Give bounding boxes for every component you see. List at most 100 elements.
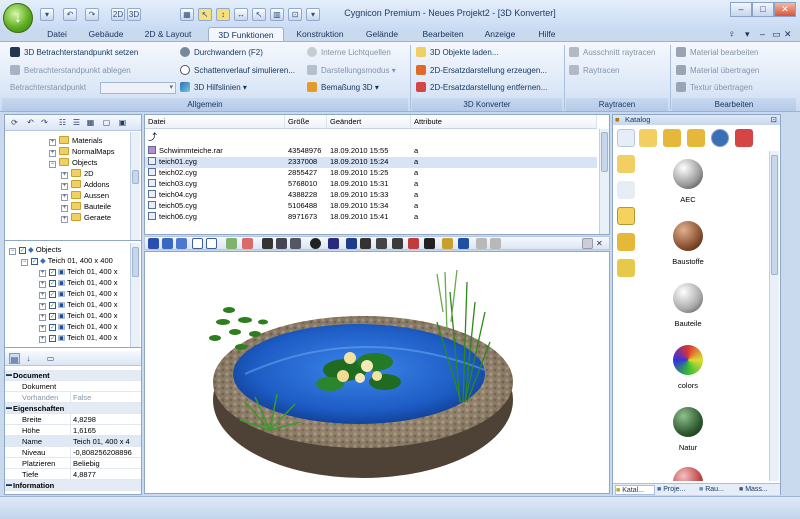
view-front-icon[interactable]	[148, 238, 159, 249]
tab-gelaende[interactable]: Gelände	[362, 27, 402, 42]
tree-folder[interactable]: + Addons	[61, 179, 109, 190]
raytrace-button[interactable]: Raytracen	[569, 64, 619, 78]
tab-2d-layout[interactable]: 2D & Layout	[142, 27, 194, 42]
file-row[interactable]: teich06.cyg 8971673 18.09.2010 15:41 a	[145, 212, 597, 223]
house-alt-icon[interactable]	[490, 238, 501, 249]
shadow-simulation-button[interactable]: Schattenverlauf simulieren...	[180, 64, 295, 78]
folder-tree-scrollbar[interactable]	[130, 132, 140, 240]
view-terrain-icon[interactable]	[226, 238, 237, 249]
network-icon[interactable]	[458, 238, 469, 249]
tree-folder[interactable]: + Bauteile	[61, 201, 111, 212]
tab-bearbeiten[interactable]: Bearbeiten	[419, 27, 467, 42]
splitter[interactable]	[5, 347, 141, 348]
dimension-3d-button[interactable]: Bemaßung 3D ▾	[307, 81, 379, 95]
property-row[interactable]: Name Teich 01, 400 x 4	[5, 436, 141, 447]
catalog-side-library-icon[interactable]	[617, 233, 635, 251]
object-tree-root[interactable]: − ✓ ◆ Objects	[9, 244, 61, 255]
list-view-icon[interactable]: ☷	[57, 117, 68, 128]
walkthrough-button[interactable]: Durchwandern (F2)	[180, 46, 263, 60]
file-row[interactable]: teich01.cyg 2337008 18.09.2010 15:24 a	[145, 157, 597, 168]
tool-icon[interactable]	[360, 238, 371, 249]
cut-icon[interactable]	[376, 238, 387, 249]
checkbox-checked[interactable]: ✓	[49, 280, 56, 287]
view-back-icon[interactable]	[162, 238, 173, 249]
plug-icon[interactable]	[392, 238, 403, 249]
property-row[interactable]: Platzieren Beliebig	[5, 458, 141, 469]
minimize-button[interactable]: –	[730, 2, 752, 17]
catalog-scrollbar[interactable]	[769, 151, 779, 481]
transfer-texture-button[interactable]: Textur übertragen	[676, 81, 753, 95]
property-row[interactable]: Vorhanden False	[5, 392, 141, 403]
file-row[interactable]: teich02.cyg 2855427 18.09.2010 15:25 a	[145, 168, 597, 179]
cross-icon[interactable]	[408, 238, 419, 249]
qa-dropdown-icon[interactable]: ▾	[40, 8, 54, 21]
property-row[interactable]: Dokument	[5, 381, 141, 392]
tab-3d-funktionen[interactable]: 3D Funktionen	[208, 27, 284, 42]
object-tree-item[interactable]: + ✓ ▣ Teich 01, 400 x	[39, 288, 118, 299]
object-tree-item[interactable]: − ✓ ◆ Teich 01, 400 x 400	[21, 255, 113, 266]
view-axis-icon[interactable]	[242, 238, 253, 249]
catalog-add-icon[interactable]	[687, 129, 705, 147]
view-2d-button[interactable]: 2D	[111, 8, 125, 21]
view-box-icon[interactable]	[206, 238, 217, 249]
create-2d-substitute-button[interactable]: 2D-Ersatzdarstellung erzeugen...	[416, 64, 547, 78]
file-row[interactable]: teich04.cyg 4388228 18.09.2010 15:33 a	[145, 190, 597, 201]
checkbox-checked[interactable]: ✓	[19, 247, 26, 254]
camera-view-icon[interactable]	[346, 238, 357, 249]
back-icon[interactable]: ↶	[25, 117, 36, 128]
object-tree-item[interactable]: + ✓ ▣ Teich 01, 400 x	[39, 299, 118, 310]
column-header-size[interactable]: Größe	[285, 115, 327, 129]
checkbox-checked[interactable]: ✓	[49, 313, 56, 320]
set-viewpoint-button[interactable]: 3D Betrachterstandpunkt setzen	[10, 46, 138, 60]
store-viewpoint-button[interactable]: Betrachterstandpunkt ablegen	[10, 64, 131, 78]
transfer-material-button[interactable]: Material übertragen	[676, 64, 759, 78]
tab-projekt[interactable]: ■ Proje...	[657, 485, 697, 495]
property-category[interactable]: Document ▬	[5, 370, 141, 381]
splitter[interactable]	[5, 240, 141, 241]
tab-hilfe[interactable]: Hilfe	[533, 27, 561, 42]
pin-icon[interactable]: ⊡	[771, 115, 777, 125]
tab-masse[interactable]: ■ Mass...	[739, 485, 779, 495]
tree-folder[interactable]: + Materials	[49, 135, 102, 146]
catalog-item-colors[interactable]: colors	[668, 345, 708, 390]
lamp-icon[interactable]	[328, 238, 339, 249]
checkbox-checked[interactable]: ✓	[49, 269, 56, 276]
scroll-thumb[interactable]	[132, 170, 139, 184]
remove-2d-substitute-button[interactable]: 2D-Ersatzdarstellung entfernen...	[416, 81, 547, 95]
filter-icon[interactable]	[442, 238, 453, 249]
object-tree-item[interactable]: + ✓ ▣ Teich 01, 400 x	[39, 310, 118, 321]
forward-icon[interactable]: ↷	[39, 117, 50, 128]
catalog-favorites-icon[interactable]	[663, 129, 681, 147]
object-tree-item[interactable]: + ✓ ▣ Teich 01, 400 x	[39, 277, 118, 288]
scroll-thumb[interactable]	[132, 247, 139, 277]
checkbox-checked[interactable]: ✓	[31, 258, 38, 265]
catalog-side-materials-icon[interactable]	[617, 207, 635, 225]
details-view-icon[interactable]: ☰	[71, 117, 82, 128]
catalog-side-objects-icon[interactable]	[617, 155, 635, 173]
tab-raum[interactable]: ■ Rau...	[699, 485, 737, 495]
helplines-button[interactable]: 3D Hilfslinien ▾	[180, 81, 247, 95]
save-view-icon[interactable]	[276, 238, 287, 249]
tree-folder[interactable]: − Objects	[49, 157, 97, 168]
view-3d-button[interactable]: 3D	[127, 8, 141, 21]
tab-gebaeude[interactable]: Gebäude	[86, 27, 126, 42]
column-header-attributes[interactable]: Attribute	[411, 115, 597, 129]
viewpoint-combo[interactable]: ▾	[100, 82, 176, 94]
raytrace-region-button[interactable]: Ausschnitt raytracen	[569, 46, 655, 60]
print-icon[interactable]	[290, 238, 301, 249]
tree-folder[interactable]: + Aussen	[61, 190, 109, 201]
catalog-item-baustoffe[interactable]: Baustoffe	[668, 221, 708, 266]
horizontal-move-icon[interactable]: ↔	[234, 8, 248, 21]
property-row[interactable]: Niveau -0,808256208896	[5, 447, 141, 458]
view-wire-icon[interactable]	[192, 238, 203, 249]
catalog-globe-icon[interactable]	[711, 129, 729, 147]
view-top-icon[interactable]	[176, 238, 187, 249]
catalog-item-partial[interactable]	[668, 467, 708, 481]
object-tree-item[interactable]: + ✓ ▣ Teich 01, 400 x	[39, 266, 118, 277]
tab-anzeige[interactable]: Anzeige	[480, 27, 520, 42]
load-3d-objects-button[interactable]: 3D Objekte laden...	[416, 46, 498, 60]
object-tree-scrollbar[interactable]	[130, 243, 140, 347]
render-sphere-icon[interactable]	[310, 238, 321, 249]
3d-viewport[interactable]	[144, 251, 610, 494]
categorized-icon[interactable]: ▤	[9, 353, 20, 364]
